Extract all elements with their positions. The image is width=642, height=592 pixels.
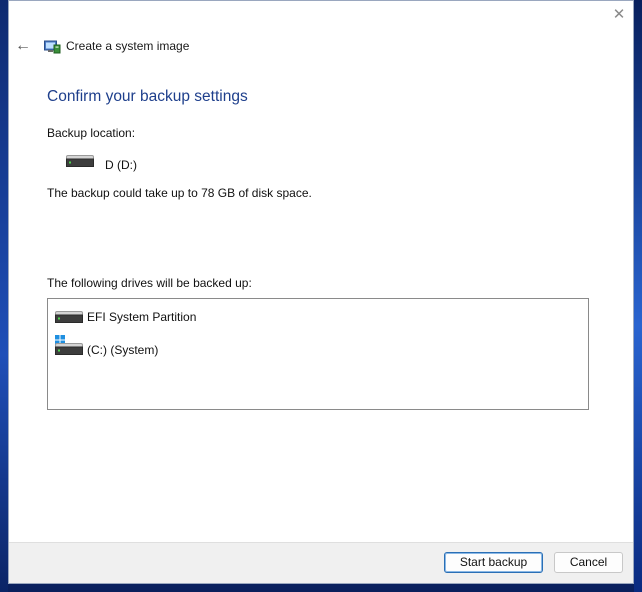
start-backup-button[interactable]: Start backup xyxy=(444,552,543,573)
wizard-footer: Start backup Cancel xyxy=(9,542,633,583)
back-button[interactable]: ← xyxy=(14,37,32,55)
hard-drive-icon xyxy=(55,311,83,323)
back-arrow-icon: ← xyxy=(15,37,31,54)
close-button[interactable]: ✕ xyxy=(611,7,627,23)
drive-label: (C:) (System) xyxy=(87,343,159,357)
list-item[interactable]: EFI System Partition xyxy=(48,305,588,331)
page-heading: Confirm your backup settings xyxy=(47,88,248,105)
disk-space-note: The backup could take up to 78 GB of dis… xyxy=(47,186,312,200)
cancel-button[interactable]: Cancel xyxy=(554,552,623,573)
hard-drive-icon xyxy=(66,155,94,167)
hard-drive-icon xyxy=(55,343,83,355)
desktop-background-right xyxy=(634,0,642,592)
desktop-background-left xyxy=(0,0,8,592)
drives-list[interactable]: EFI System Partition (C:) (System) xyxy=(47,298,589,410)
system-image-wizard-window: ✕ ← Create a system image Confirm your b… xyxy=(8,0,634,584)
backup-location-label: Backup location: xyxy=(47,126,136,140)
backup-location-drive: D (D:) xyxy=(105,158,137,172)
list-item[interactable]: (C:) (System) xyxy=(48,333,588,359)
window-title: Create a system image xyxy=(66,39,190,53)
drives-list-label: The following drives will be backed up: xyxy=(47,276,252,290)
backup-restore-icon xyxy=(44,40,61,54)
close-icon: ✕ xyxy=(612,6,626,23)
drive-label: EFI System Partition xyxy=(87,310,197,324)
